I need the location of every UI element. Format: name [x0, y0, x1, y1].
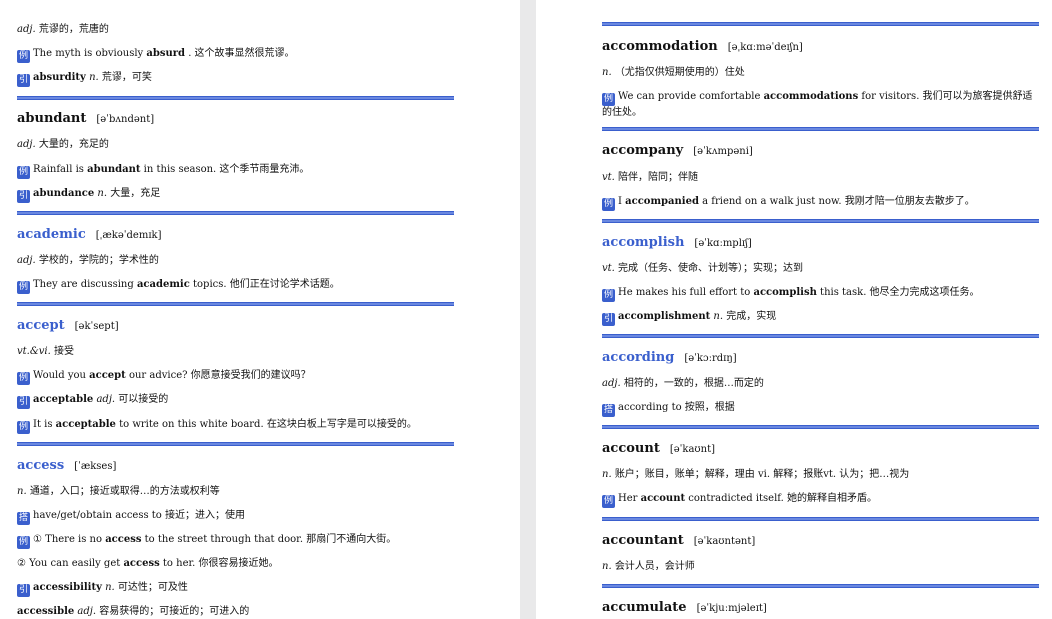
definition-line: adj. 荒谬的，荒唐的 [17, 24, 109, 35]
entry-divider [602, 127, 1039, 131]
derivative-line: accessible adj. 容易获得的；可接近的；可进入的 [17, 606, 250, 617]
entry-divider [17, 211, 454, 215]
derivative-line: 引 abundance n. 大量，充足 [17, 188, 161, 203]
collocation-badge: 搭 [17, 512, 30, 525]
entry-header: accept [əkˈsept] [17, 319, 119, 334]
derivative-badge: 引 [17, 74, 30, 87]
derivative-badge: 引 [17, 584, 30, 597]
example-badge: 例 [17, 536, 30, 549]
example-line: 例I accompanied a friend on a walk just n… [602, 196, 975, 211]
example-badge: 例 [602, 93, 615, 106]
example-line: 例 Her account contradicted itself. 她的解释自相… [602, 493, 877, 508]
derivative-line: 引 accessibility n. 可达性；可及性 [17, 582, 188, 597]
pronunciation: [ˌækəˈdemɪk] [95, 230, 162, 241]
example-badge: 例 [17, 50, 30, 63]
example-line: 例 Would you accept our advice? 你愿意接受我们的建议… [17, 370, 311, 385]
entry-header: accompany [əˈkʌmpəni] [602, 144, 753, 159]
entry-header: account [əˈkaʊnt] [602, 442, 715, 457]
entry-divider [17, 96, 454, 100]
example-line: 例 He makes his full effort to accomplish … [602, 287, 980, 302]
headword: accomplish [602, 235, 685, 250]
example-line: ② You can easily get access to her. 你很容易… [17, 558, 279, 569]
headword: accommodation [602, 39, 718, 54]
example-badge: 例 [602, 495, 615, 508]
entry-divider [602, 517, 1039, 521]
headword: abundant [17, 111, 87, 126]
headword: account [602, 441, 660, 456]
example-badge: 例 [17, 372, 30, 385]
derivative-badge: 引 [17, 396, 30, 409]
pronunciation: [əˈkaʊntənt] [693, 536, 756, 547]
entry-header: abundant [əˈbʌndənt] [17, 112, 154, 127]
right-page: accommodation [əˌkɑːməˈdeɪʃn] n. （尤指仅供短期使… [536, 0, 1052, 619]
pronunciation: [əˈkjuːmjəleɪt] [696, 603, 767, 614]
example-line: 例 We can provide comfortable accommodatio… [602, 91, 1033, 118]
collocation-line: 搭 according to 按照，根据 [602, 402, 735, 417]
example-line: 例 Rainfall is abundant in this season. 这个… [17, 164, 310, 179]
derivative-badge: 引 [17, 190, 30, 203]
entry-divider [17, 442, 454, 446]
collocation-line: 搭 have/get/obtain access to 接近；进入；使用 [17, 510, 246, 525]
definition-line: adj. 大量的，充足的 [17, 139, 109, 150]
definition-line: n. 通道，入口；接近或取得…的方法或权利等 [17, 486, 220, 497]
entry-divider [602, 22, 1039, 26]
left-page: adj. 荒谬的，荒唐的 例 The myth is obviously absu… [0, 0, 520, 619]
derivative-line: 引 acceptable adj. 可以接受的 [17, 394, 169, 409]
pronunciation: [əˈkaʊnt] [669, 444, 715, 455]
entry-header: accomplish [əˈkɑːmplɪʃ] [602, 236, 752, 251]
derivative-badge: 引 [602, 313, 615, 326]
entry-header: academic [ˌækəˈdemɪk] [17, 228, 161, 243]
example-badge: 例 [17, 281, 30, 294]
definition-line: n. 账户；账目，账单；解释，理由 vi. 解释；报账vt. 认为；把…视为 [602, 469, 910, 480]
example-badge: 例 [17, 166, 30, 179]
headword: access [17, 458, 65, 473]
example-line: 例 It is acceptable to write on this white… [17, 419, 417, 434]
pronunciation: [əˈkʌmpəni] [693, 146, 753, 157]
headword: accompany [602, 143, 684, 158]
example-line: 例 They are discussing academic topics. 他们… [17, 279, 340, 294]
definition-line: n. 会计人员，会计师 [602, 561, 695, 572]
entry-divider [602, 219, 1039, 223]
definition-line: adj. 相符的，一致的，根据…而定的 [602, 378, 764, 389]
example-badge: 例 [602, 289, 615, 302]
definition-line: vt. 陪伴，陪同；伴随 [602, 172, 699, 183]
example-badge: 例 [602, 198, 615, 211]
example-badge: 例 [17, 421, 30, 434]
entry-header: accommodation [əˌkɑːməˈdeɪʃn] [602, 40, 803, 55]
collocation-badge: 搭 [602, 404, 615, 417]
derivative-line: 引 accomplishment n. 完成，实现 [602, 311, 777, 326]
entry-header: accountant [əˈkaʊntənt] [602, 534, 755, 549]
example-line: 例 The myth is obviously absurd . 这个故事显然很荒… [17, 48, 295, 63]
entry-header: accumulate [əˈkjuːmjəleɪt] [602, 601, 767, 616]
pronunciation: [əkˈsept] [74, 321, 119, 332]
entry-divider [602, 425, 1039, 429]
pronunciation: [əˈkɔːrdɪŋ] [684, 353, 737, 364]
headword: accountant [602, 533, 684, 548]
headword: accept [17, 318, 65, 333]
definition-line: n. （尤指仅供短期使用的）住处 [602, 67, 745, 78]
entry-divider [602, 584, 1039, 588]
definition-line: vt.&vi. 接受 [17, 346, 74, 357]
pronunciation: [ˈækses] [74, 461, 117, 472]
entry-divider [17, 302, 454, 306]
entry-divider [602, 334, 1039, 338]
pronunciation: [əˌkɑːməˈdeɪʃn] [727, 42, 803, 53]
entry-header: according [əˈkɔːrdɪŋ] [602, 351, 737, 366]
example-line: 例① There is no access to the street thro… [17, 534, 397, 549]
headword: accumulate [602, 600, 687, 615]
pronunciation: [əˈbʌndənt] [96, 114, 155, 125]
pronunciation: [əˈkɑːmplɪʃ] [694, 238, 752, 249]
definition-line: adj. 学校的，学院的；学术性的 [17, 255, 159, 266]
headword: academic [17, 227, 86, 242]
derivative-line: 引 absurdity n. 荒谬，可笑 [17, 72, 152, 87]
headword: according [602, 350, 675, 365]
definition-line: vt. 完成（任务、使命、计划等）；实现；达到 [602, 263, 804, 274]
entry-header: access [ˈækses] [17, 459, 116, 474]
